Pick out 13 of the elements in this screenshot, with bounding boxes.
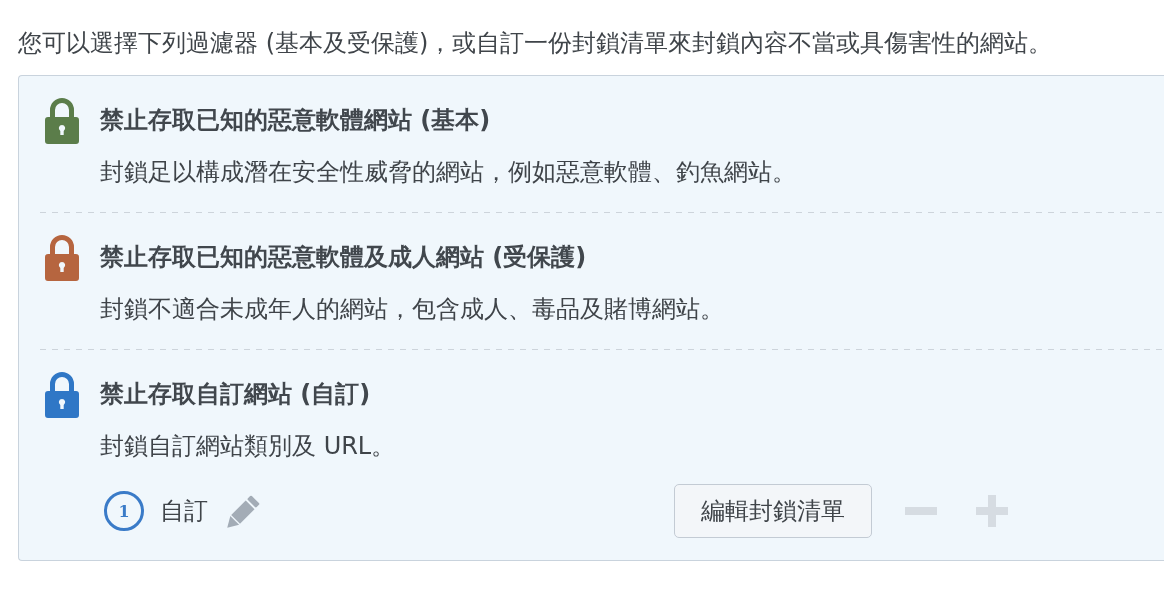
filter-title: 禁止存取已知的惡意軟體網站 (基本) — [100, 105, 492, 136]
intro-text: 您可以選擇下列過濾器 (基本及受保護)，或自訂一份封鎖清單來封鎖內容不當或具傷害性的網站。 — [18, 28, 1054, 59]
minus-icon — [905, 507, 937, 515]
filter-description: 封鎖足以構成潛在安全性威脅的網站，例如惡意軟體、釣魚網站。 — [100, 157, 797, 188]
plus-icon — [976, 495, 1008, 527]
count-badge: 1 — [104, 491, 144, 531]
filter-description: 封鎖自訂網站類別及 URL。 — [100, 431, 397, 462]
filter-title: 禁止存取已知的惡意軟體及成人網站 (受保護) — [100, 242, 588, 273]
pencil-icon[interactable] — [227, 494, 260, 528]
filter-description: 封鎖不適合未成年人的網站，包含成人、毒品及賭博網站。 — [100, 294, 725, 325]
block-list-name: 自訂 — [160, 496, 208, 527]
filter-title: 禁止存取自訂網站 (自訂) — [100, 379, 372, 410]
edit-block-list-button[interactable]: 編輯封鎖清單 — [674, 484, 872, 538]
